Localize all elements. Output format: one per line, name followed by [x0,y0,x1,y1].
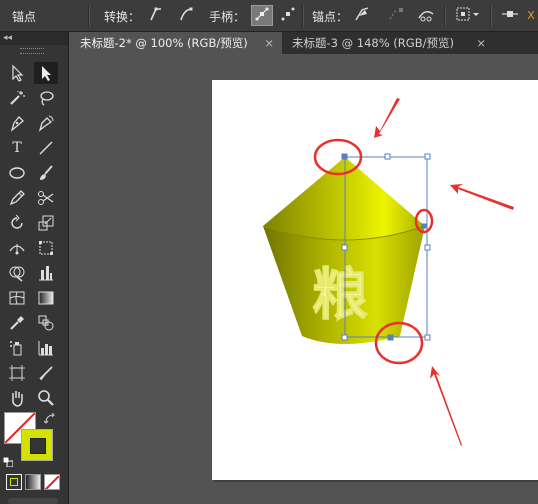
convert-label: 转换： [104,10,141,24]
tools-panel: ◂◂ T [0,32,69,504]
align-icon[interactable] [500,6,520,25]
hide-handles-icon[interactable] [278,6,298,25]
divider [88,6,90,26]
paintbrush-tool-icon[interactable] [34,162,58,184]
panel-collapse[interactable]: ◂◂ [0,32,68,45]
handle-label: 手柄： [209,10,246,24]
shape-builder-tool-icon[interactable] [5,262,29,284]
color-mode-icon[interactable] [6,474,22,490]
anchor-label: 锚点： [312,10,349,24]
column-graph-tool-icon[interactable] [34,337,58,359]
gradient-tool-icon[interactable] [34,287,58,309]
canvas-area[interactable]: 粮 [70,54,538,504]
anchor-title: 锚点 [12,10,37,24]
symbol-sprayer-tool-icon[interactable] [5,337,29,359]
width-tool-icon[interactable] [5,237,29,259]
connect-anchor-icon[interactable] [386,6,406,25]
cut-path-icon[interactable] [416,6,436,25]
document-tabs: 未标题-2* @ 100% (RGB/预览) × 未标题-3 @ 148% (R… [70,32,538,54]
ellipse-tool-icon[interactable] [5,162,29,184]
close-icon[interactable]: × [264,32,274,54]
blend-tool-icon[interactable] [34,312,58,334]
convert-to-corner-icon[interactable] [146,6,166,25]
zoom-tool-icon[interactable] [34,387,58,409]
selection-tool-icon[interactable] [5,62,29,84]
artwork-layer: 粮 [262,98,514,446]
scale-tool-icon[interactable] [34,212,58,234]
tab-title: 未标题-3 @ 148% (RGB/预览) [292,36,454,50]
grain-glyph: 粮 [312,263,368,328]
divider [302,6,304,26]
hand-tool-icon[interactable] [5,387,29,409]
remove-anchor-icon[interactable] [352,6,372,25]
line-tool-icon[interactable] [34,137,58,159]
magic-wand-tool-icon[interactable] [5,87,29,109]
none-mode-icon[interactable] [44,474,60,490]
graph-tool-icon[interactable] [34,262,58,284]
divider [444,6,446,26]
scissors-tool-icon[interactable] [34,187,58,209]
mesh-tool-icon[interactable] [5,287,29,309]
eyedropper-tool-icon[interactable] [5,312,29,334]
stroke-swatch[interactable] [21,429,53,461]
divider [490,6,492,26]
cone-top [263,157,425,240]
panel-grip[interactable] [20,48,44,54]
x-coordinate-icon[interactable]: X [524,6,538,25]
slice-tool-icon[interactable] [34,362,58,384]
curvature-tool-icon[interactable] [34,112,58,134]
artboard-tool-icon[interactable] [5,362,29,384]
type-tool-icon[interactable]: T [5,137,29,159]
control-bar: 锚点 转换： 手柄： 锚点： X [0,0,538,32]
convert-to-smooth-icon[interactable] [176,6,196,25]
free-transform-tool-icon[interactable] [34,237,58,259]
tab-document-3[interactable]: 未标题-3 @ 148% (RGB/预览) × [282,32,494,54]
lasso-tool-icon[interactable] [34,87,58,109]
show-handles-icon[interactable] [251,5,273,26]
gradient-mode-icon[interactable] [25,474,41,490]
default-colors-icon[interactable] [2,452,14,468]
pencil-tool-icon[interactable] [5,187,29,209]
isolate-dropdown-icon[interactable] [454,6,482,25]
tab-document-2[interactable]: 未标题-2* @ 100% (RGB/预览) × [70,32,282,54]
swap-fill-stroke-icon[interactable] [43,410,56,424]
draw-mode-icon[interactable] [8,498,58,504]
close-icon[interactable]: × [476,32,486,54]
rotate-tool-icon[interactable] [5,212,29,234]
direct-selection-tool-icon[interactable] [34,62,58,84]
tab-title: 未标题-2* @ 100% (RGB/预览) [80,36,248,50]
pen-tool-icon[interactable] [5,112,29,134]
